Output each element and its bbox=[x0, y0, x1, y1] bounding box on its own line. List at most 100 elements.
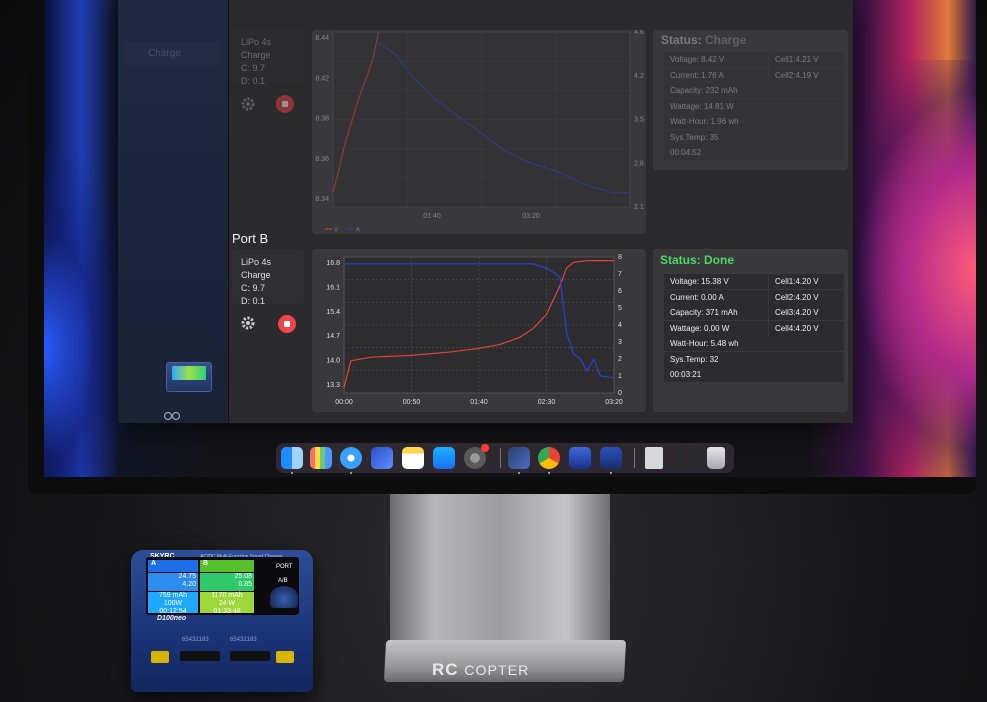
stat-right-row: Cell2:4.20 V bbox=[769, 289, 844, 305]
port-a-info-mode: Charge bbox=[241, 50, 271, 60]
stat-left-row: 00:04:52 bbox=[664, 145, 844, 160]
y-right-tick-label: 2.1 bbox=[634, 204, 644, 211]
stat-left-row: Sys.Temp: 35 bbox=[664, 129, 844, 145]
charger-a-current: 4.20 bbox=[182, 581, 196, 588]
chart-group: 01:40 03:20 8.34 8.36 8.38 8.42 8.44 2.1 2.8 3.5 4… bbox=[315, 30, 643, 234]
y-left-tick-label: 14.0 bbox=[326, 358, 340, 365]
charger-balance-port-b[interactable] bbox=[230, 651, 270, 661]
device-app-icon[interactable] bbox=[600, 447, 622, 469]
charger-a-label: A bbox=[151, 560, 157, 567]
y-left-tick-label: 16.8 bbox=[326, 260, 340, 267]
x-tick-label: 03:20 bbox=[522, 213, 540, 220]
watermark-rc: RC bbox=[432, 660, 459, 679]
dock-running-dot bbox=[610, 472, 612, 474]
trash-icon[interactable] bbox=[707, 447, 725, 469]
stat-right-row: Cell2:4.19 V bbox=[769, 67, 844, 83]
port-a-status-value: Charge bbox=[705, 33, 747, 47]
launchpad-icon[interactable] bbox=[310, 447, 332, 469]
port-b-info-mode: Charge bbox=[241, 270, 271, 280]
x-tick-label: 00:00 bbox=[335, 399, 353, 406]
charger-b-voltage-tile: 25.08 0.85 bbox=[200, 573, 254, 591]
stat-left-row: Watt-Hour: 1.96 wh bbox=[664, 114, 844, 129]
charger-xt60-port-a[interactable] bbox=[151, 651, 169, 663]
port-a-stats-table: Voltage: 8.42 V Current: 1.76 A Capacity: … bbox=[664, 52, 844, 164]
charger-balance-port-a[interactable] bbox=[180, 651, 220, 661]
port-b-title: Port B bbox=[232, 231, 269, 246]
watermark-copter: COPTER bbox=[464, 663, 530, 679]
stat-left-row: Capacity: 371 mAh bbox=[664, 305, 768, 320]
stat-left-row: Voltage: 15.38 V bbox=[664, 274, 768, 289]
port-a-info-charge-count: C: 9.7 bbox=[241, 63, 266, 73]
y-left-tick-label: 8.34 bbox=[315, 196, 329, 203]
port-a-gear-icon[interactable] bbox=[240, 96, 256, 112]
dock-running-dot bbox=[350, 472, 352, 474]
stat-left-row: Watt-Hour: 5.48 wh bbox=[664, 336, 844, 351]
port-a-info-discharge-count: D: 0.1 bbox=[241, 76, 266, 86]
y-right-tick-label: 8 bbox=[618, 254, 622, 261]
y-right-tick-label: 4.6 bbox=[634, 30, 644, 36]
y-left-tick-label: 16.1 bbox=[326, 284, 340, 291]
legend-label-V: V bbox=[334, 228, 338, 234]
stat-left-row: Current: 1.76 A bbox=[664, 67, 768, 83]
wallpaper-right-glow bbox=[836, 60, 976, 477]
dock-separator-2 bbox=[634, 448, 635, 468]
stat-right-row: Cell3:4.20 V bbox=[769, 305, 844, 320]
arc-app-icon[interactable] bbox=[569, 447, 591, 469]
port-b-chart: 00:00 00:50 01:40 02:30 03:20 13.3 14.0 14.7 15.… bbox=[326, 254, 622, 406]
charger-a-capacity: 759 mAh bbox=[158, 592, 188, 599]
stat-right-row: Cell1:4.20 V bbox=[769, 274, 844, 289]
stat-left-row: Wattage: 14.81 W bbox=[664, 98, 844, 114]
finder-icon[interactable] bbox=[281, 447, 303, 469]
charger-model: D100neo bbox=[157, 615, 187, 622]
y-right-tick-label: 7 bbox=[618, 271, 622, 278]
charger-b-label: B bbox=[203, 560, 209, 567]
stat-left-row: Wattage: 0.00 W bbox=[664, 320, 768, 336]
device-thumbnail-screen bbox=[172, 366, 206, 380]
safari-icon[interactable] bbox=[340, 447, 362, 469]
port-b-gear-icon[interactable] bbox=[240, 315, 256, 331]
stat-right-row: Cell1:4.21 V bbox=[769, 52, 844, 67]
app-store-icon[interactable] bbox=[433, 447, 455, 469]
port-b-info-charge-count: C: 9.7 bbox=[241, 283, 266, 293]
dock-running-dot bbox=[291, 472, 293, 474]
charger-app-icon[interactable] bbox=[508, 447, 530, 469]
y-right-tick-label: 3.5 bbox=[634, 117, 644, 124]
notes-icon[interactable] bbox=[402, 447, 424, 469]
port-b-info-box: LiPo 4s Charge C: 9.7 D: 0.1 bbox=[232, 250, 304, 306]
x-tick-label: 02:30 bbox=[538, 399, 556, 406]
device-thumbnail[interactable] bbox=[166, 362, 212, 392]
port-a-info-battery: LiPo 4s bbox=[241, 37, 272, 47]
y-right-tick-label: 6 bbox=[618, 288, 622, 295]
port-b-stop-button[interactable] bbox=[278, 315, 296, 333]
y-right-tick-label: 1 bbox=[618, 373, 622, 380]
x-tick-label: 00:50 bbox=[403, 399, 421, 406]
y-left-tick-label: 15.4 bbox=[326, 309, 340, 316]
sidebar-item-charge[interactable]: Charge bbox=[124, 42, 220, 66]
y-right-tick-label: 3 bbox=[618, 339, 622, 346]
stat-right-row: Cell4:4.20 V bbox=[769, 320, 844, 336]
charger-b-current: 0.85 bbox=[238, 581, 252, 588]
charger-dial[interactable] bbox=[270, 586, 298, 608]
y-right-tick-label: 0 bbox=[618, 390, 622, 397]
charger-a-voltage: 24.75 bbox=[178, 573, 196, 580]
charger-a-capacity-tile: 759 mAh 100W 00:12:54 bbox=[148, 592, 198, 615]
stat-left-row: Sys.Temp: 32 bbox=[664, 351, 844, 367]
y-left-tick-label: 8.36 bbox=[315, 156, 329, 163]
dock-running-dot bbox=[518, 472, 520, 474]
xcode-icon[interactable] bbox=[371, 447, 393, 469]
charger-b-voltage: 25.08 bbox=[234, 573, 252, 580]
y-right-tick-label: 5 bbox=[618, 305, 622, 312]
port-b-status-value: Done bbox=[704, 253, 735, 267]
port-b-status-label: Status: bbox=[660, 253, 701, 267]
chrome-icon[interactable] bbox=[538, 447, 560, 469]
stat-left-row: Current: 0.00 A bbox=[664, 289, 768, 305]
document-icon[interactable] bbox=[645, 447, 663, 469]
charger-b-capacity-tile: 1170 mAh 24 W 01:33:48 bbox=[200, 592, 254, 615]
port-a-status-title: Status: Charge bbox=[661, 33, 746, 47]
port-a-stop-button[interactable] bbox=[276, 95, 294, 113]
stat-left-row: 00:03:21 bbox=[664, 367, 844, 382]
downloads-icon[interactable] bbox=[676, 447, 698, 469]
y-right-tick-label: 4 bbox=[618, 322, 622, 329]
rc-copter-watermark: RC COPTER bbox=[432, 660, 529, 680]
charger-xt60-port-b[interactable] bbox=[276, 651, 294, 663]
